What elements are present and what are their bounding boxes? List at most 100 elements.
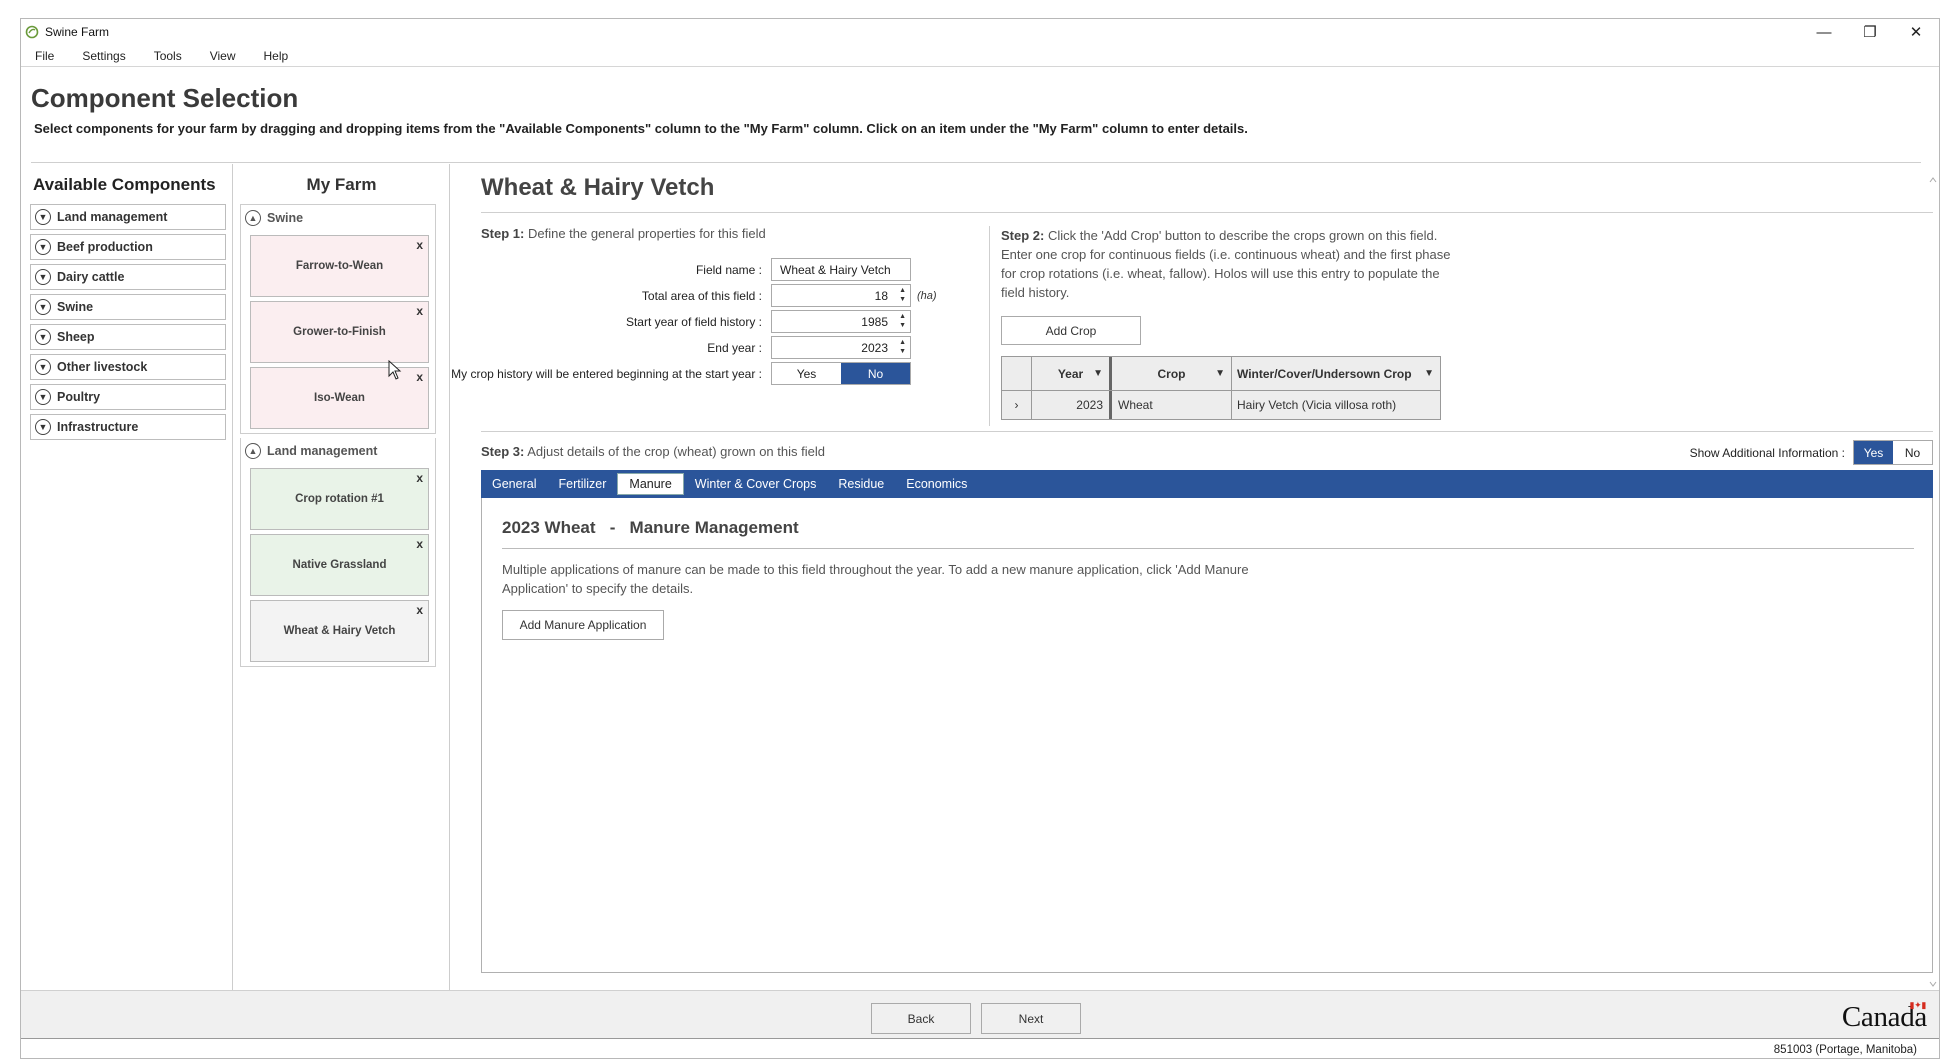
cell-cover-crop[interactable]: Hairy Vetch (Vicia villosa roth): [1232, 391, 1440, 419]
component-label: Native Grassland: [292, 559, 387, 571]
tab-manure[interactable]: Manure: [617, 473, 684, 495]
tab-residue[interactable]: Residue: [827, 473, 895, 495]
tab-general[interactable]: General: [481, 473, 547, 495]
column-cover-crop[interactable]: Winter/Cover/Undersown Crop ▼: [1232, 357, 1440, 390]
chevron-up-icon: ▲: [245, 443, 261, 459]
divider: [989, 226, 990, 426]
tab-economics[interactable]: Economics: [895, 473, 978, 495]
history-no-button[interactable]: No: [841, 363, 910, 384]
show-additional-label: Show Additional Information :: [1689, 445, 1845, 460]
canada-wordmark-logo: Canada ▮✦▮: [1842, 1000, 1927, 1034]
available-item-infrastructure[interactable]: ▼ Infrastructure: [30, 414, 226, 440]
available-item-label: Beef production: [57, 240, 153, 254]
menu-file[interactable]: File: [21, 49, 68, 63]
step2-label: Step 2:: [1001, 228, 1045, 243]
my-farm-group-land-management: ▲ Land management Crop rotation #1 x Nativ…: [240, 438, 436, 667]
available-item-sheep[interactable]: ▼ Sheep: [30, 324, 226, 350]
my-farm-title: My Farm: [306, 175, 377, 194]
expand-row-icon[interactable]: ›: [1002, 391, 1032, 419]
chevron-down-icon: ▼: [35, 329, 51, 345]
cell-year[interactable]: 2023: [1032, 391, 1112, 419]
chevron-down-icon: ▼: [35, 239, 51, 255]
end-year-input[interactable]: 2023 ▲ ▼: [771, 336, 911, 359]
vertical-scrollbar[interactable]: [1929, 176, 1937, 988]
menu-bar: File Settings Tools View Help: [21, 45, 1939, 67]
remove-icon[interactable]: x: [416, 370, 423, 384]
cell-crop[interactable]: Wheat: [1112, 391, 1232, 419]
field-name-label: Field name :: [695, 262, 762, 277]
grid-header: Year ▼ Crop ▼ Winter/Cover/Undersown Crop ▼: [1002, 357, 1440, 391]
page-instructions: Select components for your farm by dragg…: [34, 121, 1248, 136]
field-name-input[interactable]: Wheat & Hairy Vetch: [771, 258, 911, 281]
available-item-beef-production[interactable]: ▼ Beef production: [30, 234, 226, 260]
available-item-dairy-cattle[interactable]: ▼ Dairy cattle: [30, 264, 226, 290]
start-year-input[interactable]: 1985 ▲ ▼: [771, 310, 911, 333]
available-item-swine[interactable]: ▼ Swine: [30, 294, 226, 320]
show-additional-info: Show Additional Information : Yes No: [1690, 440, 1933, 465]
farm-component-native-grassland[interactable]: Native Grassland x: [250, 534, 429, 596]
remove-icon[interactable]: x: [416, 603, 423, 617]
available-item-other-livestock[interactable]: ▼ Other livestock: [30, 354, 226, 380]
restore-button[interactable]: ❐: [1847, 19, 1893, 45]
column-crop[interactable]: Crop ▼: [1112, 357, 1232, 390]
status-bar: 851003 (Portage, Manitoba): [21, 1038, 1939, 1058]
remove-icon[interactable]: x: [416, 304, 423, 318]
spinner-icon[interactable]: ▲ ▼: [899, 338, 906, 356]
crop-detail-tabs: General Fertilizer Manure Winter & Cover…: [481, 470, 1933, 498]
back-button[interactable]: Back: [871, 1003, 971, 1034]
area-unit: (ha): [917, 289, 937, 302]
crop-grid: Year ▼ Crop ▼ Winter/Cover/Undersown Crop ▼…: [1001, 356, 1441, 420]
area-value: 18: [874, 288, 888, 303]
available-components-panel: Available Components ▼ Land management ▼ B…: [21, 164, 233, 990]
page-header: Component Selection Select components fo…: [21, 67, 1939, 164]
menu-settings[interactable]: Settings: [68, 49, 139, 63]
spinner-icon[interactable]: ▲ ▼: [899, 312, 906, 330]
spinner-icon[interactable]: ▲ ▼: [899, 286, 906, 304]
menu-help[interactable]: Help: [250, 49, 303, 63]
add-crop-button[interactable]: Add Crop: [1001, 316, 1141, 345]
window-title: Swine Farm: [45, 25, 110, 39]
filter-icon[interactable]: ▼: [1093, 368, 1103, 379]
app-icon: [25, 25, 39, 39]
farm-component-iso-wean[interactable]: Iso-Wean x: [250, 367, 429, 429]
history-yes-button[interactable]: Yes: [772, 363, 841, 384]
remove-icon[interactable]: x: [416, 537, 423, 551]
farm-component-grower-to-finish[interactable]: Grower-to-Finish x: [250, 301, 429, 363]
table-row[interactable]: › 2023 Wheat Hairy Vetch (Vicia villosa …: [1002, 391, 1440, 419]
area-input[interactable]: 18 ▲ ▼: [771, 284, 911, 307]
chevron-down-icon: ▼: [35, 209, 51, 225]
add-manure-application-button[interactable]: Add Manure Application: [502, 610, 664, 640]
divider: [481, 212, 1933, 213]
minimize-button[interactable]: —: [1801, 19, 1847, 45]
available-item-label: Swine: [57, 300, 94, 314]
field-detail-panel: Wheat & Hairy Vetch Step 1: Define the g…: [451, 164, 1939, 990]
filter-icon[interactable]: ▼: [1424, 368, 1434, 379]
filter-icon[interactable]: ▼: [1215, 368, 1225, 379]
remove-icon[interactable]: x: [416, 238, 423, 252]
step3-text: Adjust details of the crop (wheat) grown…: [527, 444, 825, 459]
group-header-swine[interactable]: ▲ Swine: [241, 205, 435, 231]
close-button[interactable]: ✕: [1893, 19, 1939, 45]
tab-fertilizer[interactable]: Fertilizer: [547, 473, 617, 495]
menu-tools[interactable]: Tools: [140, 49, 196, 63]
area-row: Total area of this field : 18 ▲ ▼ (ha): [451, 284, 937, 307]
end-year-value: 2023: [861, 340, 888, 355]
menu-view[interactable]: View: [196, 49, 250, 63]
group-header-land-management[interactable]: ▲ Land management: [241, 438, 435, 464]
tab-winter-cover-crops[interactable]: Winter & Cover Crops: [684, 473, 828, 495]
farm-component-wheat-hairy-vetch[interactable]: Wheat & Hairy Vetch x: [250, 600, 429, 662]
field-title: Wheat & Hairy Vetch: [481, 174, 715, 201]
step1-text: Define the general properties for this f…: [527, 226, 766, 241]
show-additional-yes-button[interactable]: Yes: [1854, 441, 1893, 464]
available-item-land-management[interactable]: ▼ Land management: [30, 204, 226, 230]
farm-component-crop-rotation[interactable]: Crop rotation #1 x: [250, 468, 429, 530]
remove-icon[interactable]: x: [416, 471, 423, 485]
available-item-poultry[interactable]: ▼ Poultry: [30, 384, 226, 410]
column-year[interactable]: Year ▼: [1032, 357, 1112, 390]
chevron-down-icon: ▼: [35, 359, 51, 375]
grid-corner: [1002, 357, 1032, 390]
next-button[interactable]: Next: [981, 1003, 1081, 1034]
show-additional-no-button[interactable]: No: [1893, 441, 1932, 464]
component-label: Grower-to-Finish: [293, 326, 386, 338]
farm-component-farrow-to-wean[interactable]: Farrow-to-Wean x: [250, 235, 429, 297]
